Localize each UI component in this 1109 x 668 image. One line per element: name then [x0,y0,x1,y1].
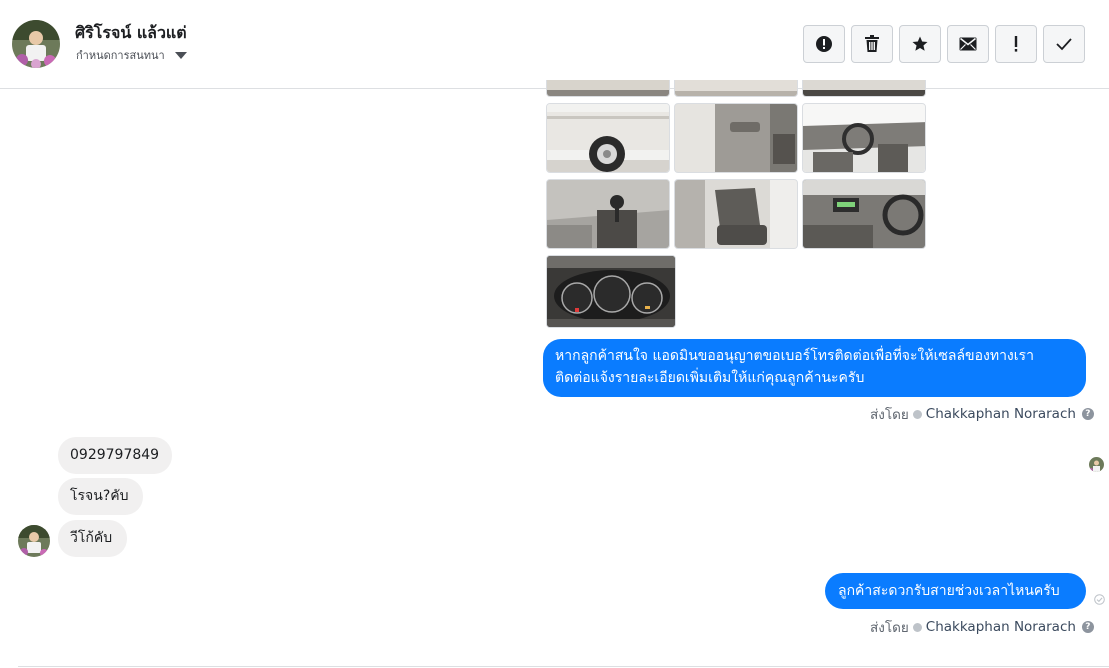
seen-dot-icon [912,409,922,419]
conversation-header: ศิริโรจน์ แล้วแต่ กำหนดการสนทนา [0,0,1109,89]
help-icon[interactable]: ? [1081,408,1094,420]
composer-divider [18,666,1109,667]
report-button[interactable] [803,25,845,63]
help-icon[interactable]: ? [1081,621,1094,633]
sent-by-info: ส่งโดย Chakkaphan Norarach ? [870,403,1094,425]
check-icon [1056,38,1072,51]
car-photo-wheel[interactable] [546,103,670,173]
seen-dot-icon [912,622,922,632]
car-photo-door[interactable] [674,103,798,173]
contact-avatar-small[interactable] [18,525,50,557]
contact-avatar[interactable] [12,20,60,68]
message-text: ลูกค้าสะดวกรับสายช่วงเวลาไหนครับ [838,583,1060,599]
star-icon [912,36,928,51]
spam-button[interactable] [995,25,1037,63]
outgoing-message: ลูกค้าสะดวกรับสายช่วงเวลาไหนครับ [825,573,1086,609]
sender-name[interactable]: Chakkaphan Norarach [926,406,1076,422]
exclamation-icon [1014,36,1018,52]
car-photo-top-3[interactable] [802,80,926,97]
sent-by-label: ส่งโดย [870,620,909,636]
car-photo-top-1[interactable] [546,80,670,97]
sent-by-info: ส่งโดย Chakkaphan Norarach ? [870,616,1094,638]
message-text: วีโก้คับ [70,530,113,546]
message-text: หากลูกค้าสนใจ แอดมินขออนุญาตขอเบอร์โทรติ… [555,348,1034,386]
conversation-settings-label: กำหนดการสนทนา [76,49,165,62]
trash-icon [865,35,879,52]
contact-name[interactable]: ศิริโรจน์ แล้วแต่ [75,21,187,46]
car-photo-gauges[interactable] [546,255,676,328]
outgoing-message: หากลูกค้าสนใจ แอดมินขออนุญาตขอเบอร์โทรติ… [543,339,1086,397]
done-button[interactable] [1043,25,1085,63]
sender-name[interactable]: Chakkaphan Norarach [926,619,1076,635]
conversation-settings-dropdown[interactable]: กำหนดการสนทนา [76,46,187,64]
message-text: 0929797849 [70,447,160,463]
incoming-message: โรจน?คับ [58,478,143,515]
car-photo-seat[interactable] [674,179,798,249]
message-text: โรจน?คับ [70,488,129,504]
sent-by-label: ส่งโดย [870,407,909,423]
incoming-message: วีโก้คับ [58,520,127,557]
conversation-toolbar [803,25,1085,63]
car-photo-gearshift[interactable] [546,179,670,249]
envelope-icon [959,37,977,51]
alert-circle-icon [816,36,832,52]
car-photo-console[interactable] [802,179,926,249]
car-photo-dashboard[interactable] [802,103,926,173]
mark-unread-button[interactable] [947,25,989,63]
star-button[interactable] [899,25,941,63]
caret-down-icon [174,51,187,59]
car-photo-top-2[interactable] [674,80,798,97]
incoming-message: 0929797849 [58,437,172,474]
sent-check-icon [1094,594,1105,605]
read-receipt-avatar [1089,457,1104,472]
delete-button[interactable] [851,25,893,63]
